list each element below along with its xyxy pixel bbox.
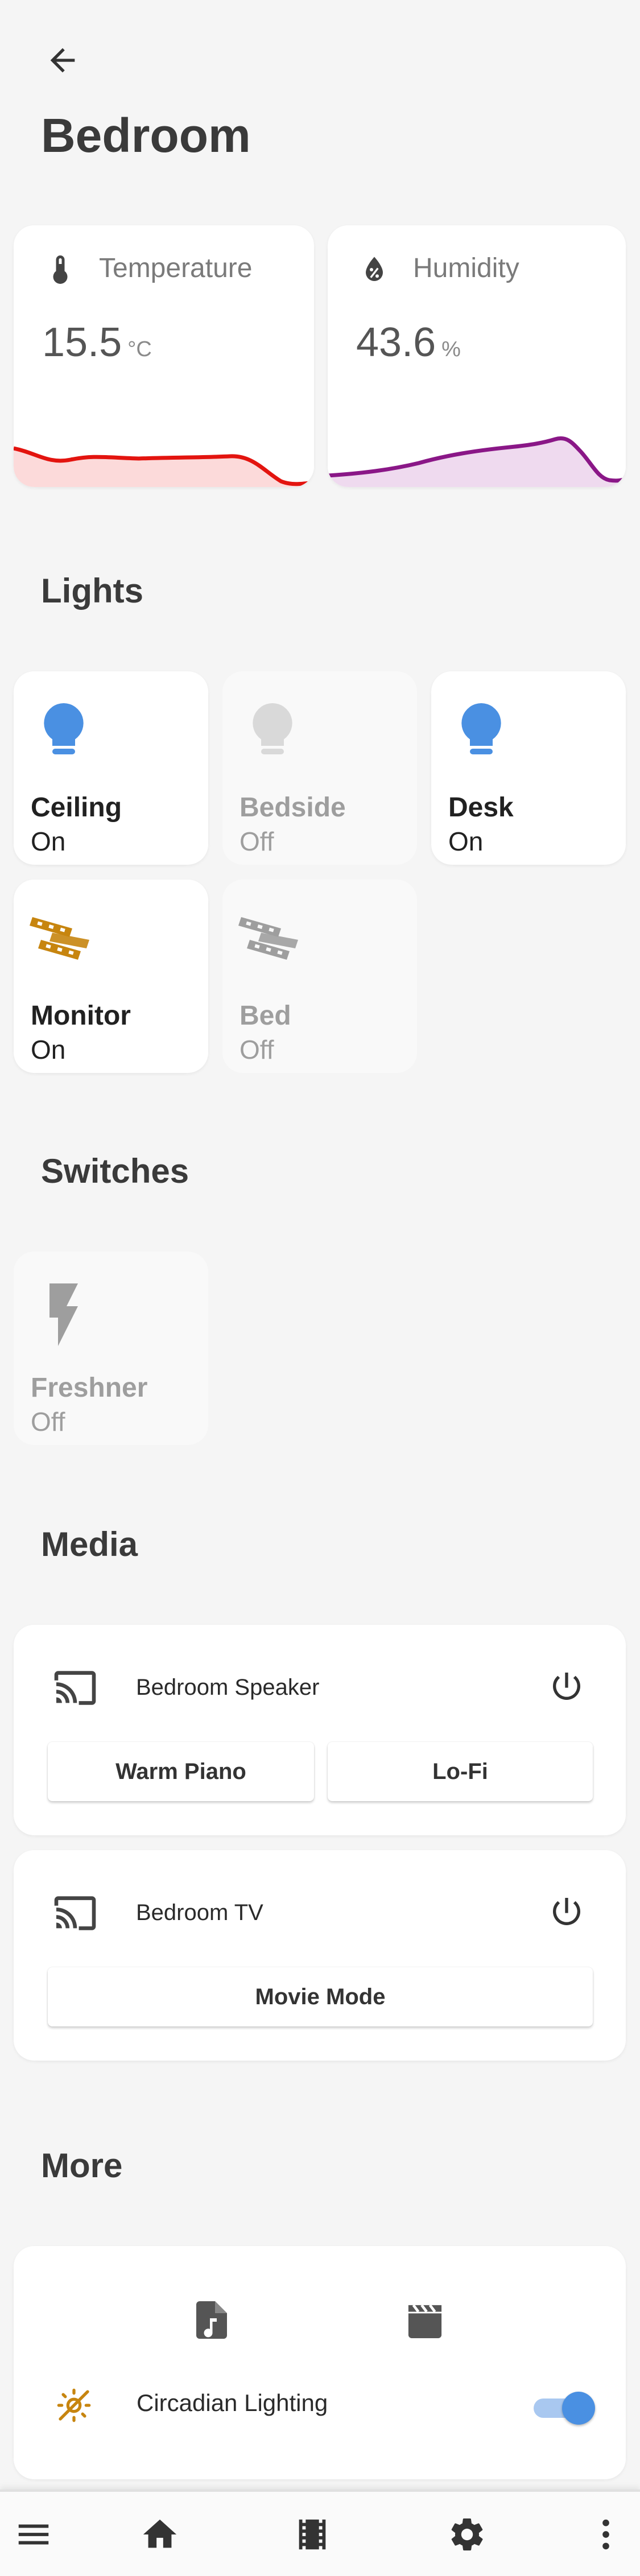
light-name: Monitor (31, 1001, 131, 1031)
gear-icon[interactable] (447, 2515, 487, 2554)
media-card-bedroom-speaker: Bedroom Speaker Warm Piano Lo-Fi (14, 1625, 626, 1835)
home-icon[interactable] (140, 2515, 180, 2554)
water-percent-icon (366, 257, 383, 281)
movie-mode-button[interactable]: Movie Mode (48, 1967, 593, 2026)
circadian-lighting-toggle[interactable] (534, 2392, 595, 2425)
temperature-card[interactable]: Temperature 15.5 °C (14, 225, 314, 487)
led-strip-icon (238, 917, 298, 960)
warm-piano-button[interactable]: Warm Piano (48, 1742, 314, 1801)
more-card: Circadian Lighting (14, 2246, 626, 2479)
light-name: Bedside (240, 792, 346, 823)
more-vertical-icon[interactable] (586, 2515, 626, 2554)
light-tile-ceiling[interactable]: Ceiling On (14, 671, 208, 865)
lo-fi-button[interactable]: Lo-Fi (328, 1742, 593, 1801)
power-icon[interactable] (548, 1893, 585, 1930)
more-heading: More (41, 2146, 123, 2185)
switch-state: Off (31, 1407, 65, 1436)
media-player-name: Bedroom Speaker (136, 1675, 320, 1700)
humidity-chart-fill (328, 438, 626, 487)
light-tile-desk[interactable]: Desk On (431, 671, 626, 865)
light-state: On (448, 827, 484, 856)
light-name: Desk (448, 792, 514, 823)
light-state: On (31, 827, 66, 856)
menu-icon[interactable] (14, 2515, 53, 2554)
light-state: On (31, 1035, 66, 1064)
humidity-unit: % (441, 337, 461, 361)
humidity-label: Humidity (413, 253, 519, 283)
cast-icon (54, 1671, 96, 1705)
cast-icon (54, 1896, 96, 1930)
light-tile-bed[interactable]: Bed Off (222, 880, 417, 1073)
lights-heading: Lights (41, 572, 143, 610)
light-tile-monitor[interactable]: Monitor On (14, 880, 208, 1073)
clapperboard-icon[interactable] (405, 2302, 445, 2338)
circadian-lighting-label: Circadian Lighting (137, 2389, 328, 2416)
light-name: Bed (240, 1001, 291, 1031)
film-icon[interactable] (292, 2515, 332, 2554)
lightbulb-icon (44, 703, 84, 754)
thermometer-icon (53, 255, 68, 284)
sun-off-icon (57, 2388, 91, 2422)
media-card-bedroom-tv: Bedroom TV Movie Mode (14, 1850, 626, 2061)
led-strip-icon (30, 917, 89, 960)
light-tile-bedside[interactable]: Bedside Off (222, 671, 417, 865)
temperature-label: Temperature (99, 253, 253, 283)
temperature-chart (14, 446, 314, 487)
light-name: Ceiling (31, 792, 122, 823)
media-heading: Media (41, 1525, 138, 1563)
temperature-value: 15.5 °C (42, 320, 152, 365)
temperature-unit: °C (127, 337, 152, 361)
light-state: Off (240, 1035, 274, 1064)
media-player-name: Bedroom TV (136, 1900, 263, 1925)
humidity-value: 43.6% (356, 320, 461, 365)
switch-name: Freshner (31, 1373, 148, 1403)
bottom-navigation (0, 2490, 640, 2576)
light-state: Off (240, 827, 274, 856)
flash-icon (49, 1283, 78, 1346)
humidity-card[interactable]: Humidity 43.6% (328, 225, 626, 487)
toggle-thumb (562, 2392, 595, 2425)
lightbulb-icon (461, 703, 501, 754)
power-icon[interactable] (548, 1668, 585, 1704)
switches-heading: Switches (41, 1152, 189, 1190)
music-file-icon[interactable] (193, 2300, 230, 2340)
page-title: Bedroom (41, 109, 251, 162)
temperature-chart-fill (14, 448, 314, 487)
switch-tile-freshner[interactable]: Freshner Off (14, 1252, 208, 1445)
lightbulb-icon (253, 703, 292, 754)
back-arrow-icon[interactable] (44, 42, 81, 79)
humidity-chart (328, 436, 626, 487)
